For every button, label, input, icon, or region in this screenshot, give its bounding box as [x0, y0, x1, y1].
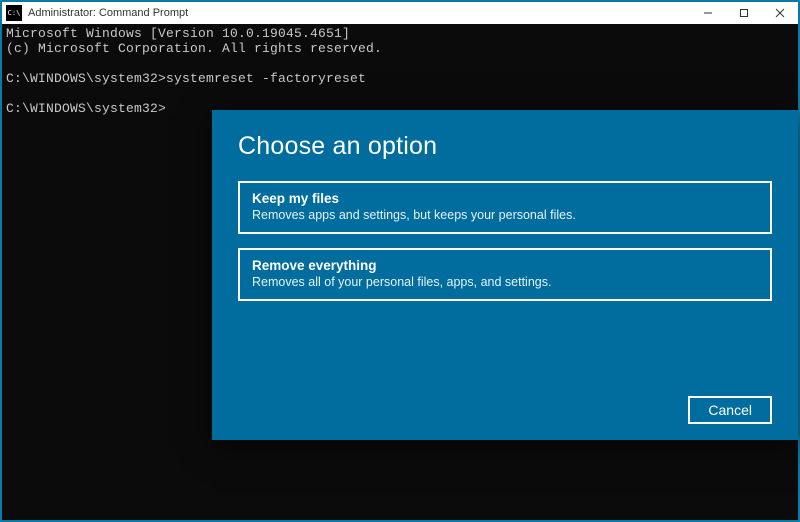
option-remove-everything[interactable]: Remove everything Removes all of your pe… [238, 248, 772, 301]
option-title: Remove everything [252, 258, 758, 273]
minimize-button[interactable] [690, 2, 726, 24]
option-description: Removes all of your personal files, apps… [252, 275, 758, 289]
window-controls [690, 2, 798, 24]
option-description: Removes apps and settings, but keeps you… [252, 208, 758, 222]
close-button[interactable] [762, 2, 798, 24]
terminal-line: C:\WINDOWS\system32> [6, 101, 166, 116]
cancel-button[interactable]: Cancel [688, 396, 772, 424]
terminal-line: (c) Microsoft Corporation. All rights re… [6, 41, 382, 56]
dialog-spacer [238, 315, 772, 396]
command-prompt-window: Administrator: Command Prompt Microsoft … [2, 2, 798, 520]
dialog-heading: Choose an option [238, 132, 772, 161]
titlebar[interactable]: Administrator: Command Prompt [2, 2, 798, 24]
window-title: Administrator: Command Prompt [26, 7, 690, 19]
terminal-line: Microsoft Windows [Version 10.0.19045.46… [6, 26, 350, 41]
option-title: Keep my files [252, 191, 758, 206]
dialog-footer: Cancel [238, 396, 772, 424]
reset-dialog: Choose an option Keep my files Removes a… [212, 110, 798, 440]
terminal-line: C:\WINDOWS\system32>systemreset -factory… [6, 71, 366, 86]
maximize-button[interactable] [726, 2, 762, 24]
option-keep-my-files[interactable]: Keep my files Removes apps and settings,… [238, 181, 772, 234]
cmd-icon [6, 5, 22, 21]
